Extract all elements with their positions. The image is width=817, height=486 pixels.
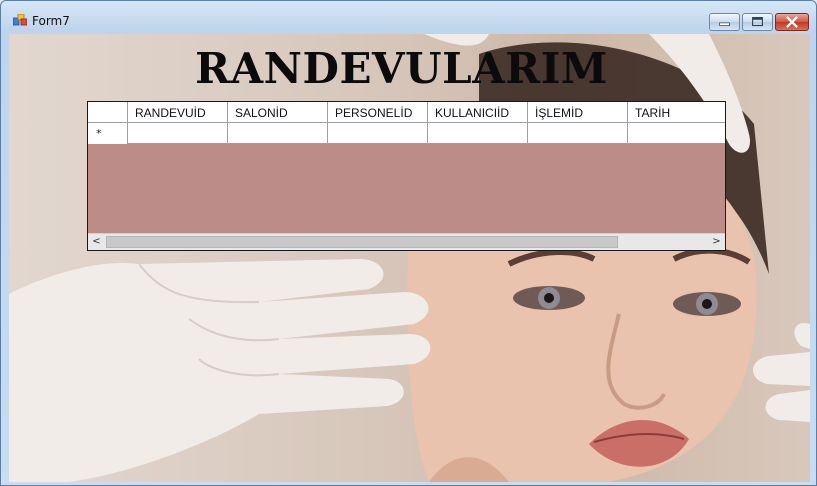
column-header-islemid[interactable]: İŞLEMİD bbox=[528, 102, 628, 122]
chevron-left-icon: < bbox=[92, 236, 101, 247]
grid-header-row: RANDEVUİD SALONİD PERSONELİD KULLANICIİD… bbox=[88, 102, 725, 123]
grid-corner-cell[interactable] bbox=[88, 102, 128, 122]
close-button[interactable] bbox=[775, 13, 809, 31]
column-header-personelid[interactable]: PERSONELİD bbox=[328, 102, 428, 122]
column-header-tarih[interactable]: TARİH bbox=[628, 102, 725, 122]
close-icon bbox=[786, 16, 798, 28]
minimize-button[interactable] bbox=[709, 13, 740, 31]
grid-cell[interactable] bbox=[428, 123, 528, 144]
form-client-area: RANDEVULARIM RANDEVUİD SALONİD PERSONELİ… bbox=[9, 34, 810, 482]
chevron-right-icon: > bbox=[712, 236, 721, 247]
app-icon bbox=[13, 14, 27, 26]
appointments-grid[interactable]: RANDEVUİD SALONİD PERSONELİD KULLANICIİD… bbox=[87, 101, 726, 251]
window-title: Form7 bbox=[32, 14, 70, 28]
grid-cell[interactable] bbox=[128, 123, 228, 144]
grid-cell[interactable] bbox=[628, 123, 725, 144]
new-row[interactable]: * bbox=[88, 123, 725, 144]
title-bar[interactable]: Form7 bbox=[1, 1, 816, 35]
horizontal-scrollbar[interactable]: < > bbox=[88, 233, 725, 250]
column-header-randevuid[interactable]: RANDEVUİD bbox=[128, 102, 228, 122]
scroll-right-button[interactable]: > bbox=[708, 234, 725, 250]
scroll-left-button[interactable]: < bbox=[88, 234, 105, 250]
scrollbar-thumb[interactable] bbox=[106, 236, 618, 248]
new-row-marker: * bbox=[96, 127, 102, 140]
maximize-icon bbox=[752, 17, 763, 27]
minimize-icon bbox=[719, 22, 730, 26]
new-row-header[interactable]: * bbox=[88, 123, 128, 144]
app-window: Form7 RANDEVULARIM RANDEVUİD SALONİD PER… bbox=[0, 0, 817, 486]
grid-cell[interactable] bbox=[328, 123, 428, 144]
page-heading: RANDEVULARIM bbox=[195, 44, 608, 93]
column-header-salonid[interactable]: SALONİD bbox=[228, 102, 328, 122]
column-header-kullaniciid[interactable]: KULLANICIİD bbox=[428, 102, 528, 122]
maximize-button[interactable] bbox=[742, 13, 773, 31]
grid-cell[interactable] bbox=[528, 123, 628, 144]
grid-cell[interactable] bbox=[228, 123, 328, 144]
